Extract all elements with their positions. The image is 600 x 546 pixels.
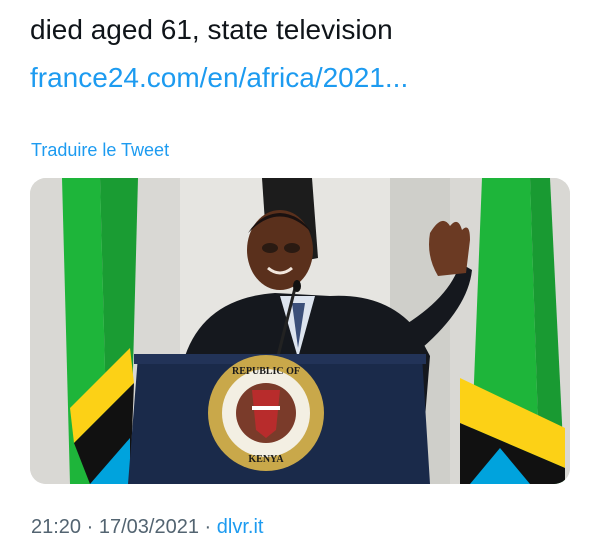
left-flag [62, 178, 138, 484]
seal-bottom-text: KENYA [248, 454, 284, 465]
tweet-media-photo[interactable]: REPUBLIC OF KENYA [30, 178, 570, 484]
podium: REPUBLIC OF KENYA [128, 354, 430, 484]
tweet-date: 17/03/2021 [98, 516, 199, 538]
seal-top-text: REPUBLIC OF [232, 366, 300, 377]
meta-separator: · [86, 516, 94, 538]
tweet-article-link[interactable]: france24.com/en/africa/2021... [30, 54, 580, 102]
tweet-meta: 21:20 · 17/03/2021 · dlvr.it [31, 516, 263, 539]
press-conference-photo: REPUBLIC OF KENYA [30, 178, 570, 484]
tweet-body: died aged 61, state television france24.… [30, 0, 580, 102]
meta-separator: · [204, 516, 212, 538]
tweet-text-line: died aged 61, state television [30, 14, 393, 45]
translate-tweet-link[interactable]: Traduire le Tweet [31, 140, 169, 161]
tweet-source-link[interactable]: dlvr.it [217, 516, 264, 538]
tweet-time: 21:20 [31, 516, 82, 538]
